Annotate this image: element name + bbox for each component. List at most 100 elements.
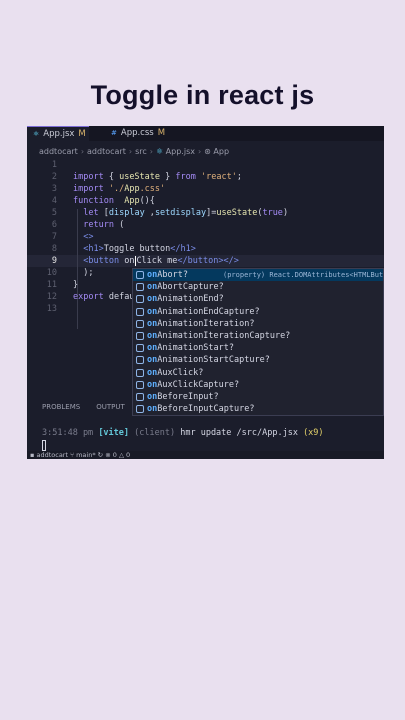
suggestion-detail: (property) React.DOMAttributes<HTMLButt [223,271,384,279]
chevron-right-icon: › [80,147,85,156]
tab-output[interactable]: OUTPUT [96,403,125,411]
suggestion-item[interactable]: onAnimationStartCapture? [133,354,383,366]
suggestion-item[interactable]: onAuxClickCapture? [133,379,383,391]
terminal-output: 3:51:48 pm [vite] (client) hmr update /s… [42,428,324,438]
code-text: function App(){ [73,196,155,206]
code-line: 9 <button on Click me</button></> [27,255,384,267]
line-number: 6 [51,220,57,230]
line-number: 1 [51,160,57,170]
line-number: 10 [46,268,57,278]
page-title: Toggle in react js [90,80,315,110]
code-line: 4 function App(){ [27,195,384,207]
line-number: 2 [51,172,57,182]
status-errors[interactable]: 0 [113,451,117,459]
suggestion-label: onAnimationIterationCapture? [147,331,291,341]
code-text: <> [83,232,94,242]
folder-icon: ▪ [30,451,35,459]
suggestion-item[interactable]: onAbort? (property) React.DOMAttributes<H… [133,269,384,282]
code-text: <h1>Toggle button</h1> [83,244,196,254]
line-number: 7 [51,232,57,242]
warning-icon: △ [118,451,124,459]
code-text: } [73,280,79,290]
suggestion-label: onAbortCapture? [147,282,224,293]
status-folder[interactable]: addtocart [36,451,68,459]
line-number: 11 [46,280,57,290]
line-number: 5 [51,208,57,218]
chevron-right-icon: › [149,147,153,156]
tab-label: App.css [120,128,154,138]
tab-problems[interactable]: PROBLEMS [42,403,80,411]
tab-app-css[interactable]: # App.css M [105,126,171,141]
suggestion-label: onAnimationStartCapture? [147,355,270,366]
line-number: 8 [51,244,57,254]
property-icon [136,380,144,389]
property-icon [136,271,144,279]
code-text: import './App.css' [73,184,166,194]
code-text: export defau [73,292,135,302]
css-icon: # [111,129,117,137]
branch-icon: ⑂ [70,451,75,459]
suggestion-item[interactable]: onBeforeInput? [133,391,383,403]
tab-app-jsx[interactable]: ⚛ App.jsx M [27,126,89,141]
tab-label: App.jsx [43,129,75,139]
code-text: import { useState } from 'react'; [73,172,242,182]
suggestion-label: onAnimationIteration? [147,318,255,329]
error-icon: ⊗ [105,451,111,459]
code-line: 1 [27,159,384,171]
panel-tabs: PROBLEMS OUTPUT [42,403,141,411]
code-line: 5 let [display ,setdisplay]=useState(tru… [27,207,384,219]
code-text: let [display ,setdisplay]=useState(true) [83,208,289,218]
status-warnings[interactable]: 0 [126,451,130,459]
code-line: 6 return ( [27,219,384,231]
suggestion-item[interactable]: onAbortCapture? [133,281,383,293]
modified-indicator: M [78,129,86,139]
terminal-client: (client) [134,428,176,438]
suggestion-label: onAnimationEnd? [147,294,224,305]
breadcrumb-item[interactable]: App.jsx [166,147,195,156]
chevron-right-icon: › [197,147,202,156]
line-number: 3 [51,184,57,194]
code-text: return ( [83,220,125,230]
property-icon [136,405,144,414]
line-number: 4 [51,196,57,206]
property-icon [136,368,144,377]
suggestion-label: onAnimationStart? [147,343,235,354]
terminal-cursor [42,440,46,451]
terminal-time: 3:51:48 pm [42,428,94,438]
status-bar: ▪ addtocart ⑂ main* ↻ ⊗ 0 △ 0 [27,451,384,459]
autocomplete-popup: onAbort? (property) React.DOMAttributes<H… [132,268,384,416]
suggestion-item[interactable]: onAnimationStart? [133,342,383,354]
suggestion-item[interactable]: onAnimationEndCapture? [133,306,383,318]
chevron-right-icon: › [128,147,133,156]
suggestion-item[interactable]: onAnimationEnd? [133,293,383,305]
suggestion-label: onBeforeInput? [147,392,219,402]
property-icon [136,319,144,328]
property-icon [136,356,144,365]
suggestion-label: onBeforeInputCapture? [147,404,255,415]
editor-tabs: ⚛ App.jsx M # App.css M [27,126,384,141]
code-text: ); [73,268,94,278]
terminal-source: [vite] [98,428,130,438]
terminal-count: (x9) [303,428,324,438]
breadcrumb-item[interactable]: addtocart [39,147,78,156]
breadcrumb-item[interactable]: src [135,147,147,156]
breadcrumb-item[interactable]: App [213,147,229,156]
property-icon [136,295,144,304]
react-icon: ⚛ [155,147,166,156]
suggestion-item[interactable]: onAnimationIterationCapture? [133,330,383,342]
suggestion-label: onAbort? [147,270,188,280]
suggestion-item[interactable]: onAuxClick? [133,367,383,379]
code-line: 8 <h1>Toggle button</h1> [27,243,384,255]
react-icon: ⚛ [33,130,40,138]
property-icon [136,332,144,340]
line-number: 12 [46,292,57,302]
code-text: <button on Click me</button></> [83,256,239,266]
line-number: 13 [46,304,57,314]
suggestion-item[interactable]: onBeforeInputCapture? [133,403,383,415]
code-line: 3 import './App.css' [27,183,384,195]
breadcrumb: addtocart › addtocart › src › ⚛ App.jsx › ⊛ App [39,147,229,156]
breadcrumb-item[interactable]: addtocart [87,147,126,156]
status-branch[interactable]: main* [76,451,96,459]
property-icon [136,283,144,292]
suggestion-item[interactable]: onAnimationIteration? [133,318,383,330]
